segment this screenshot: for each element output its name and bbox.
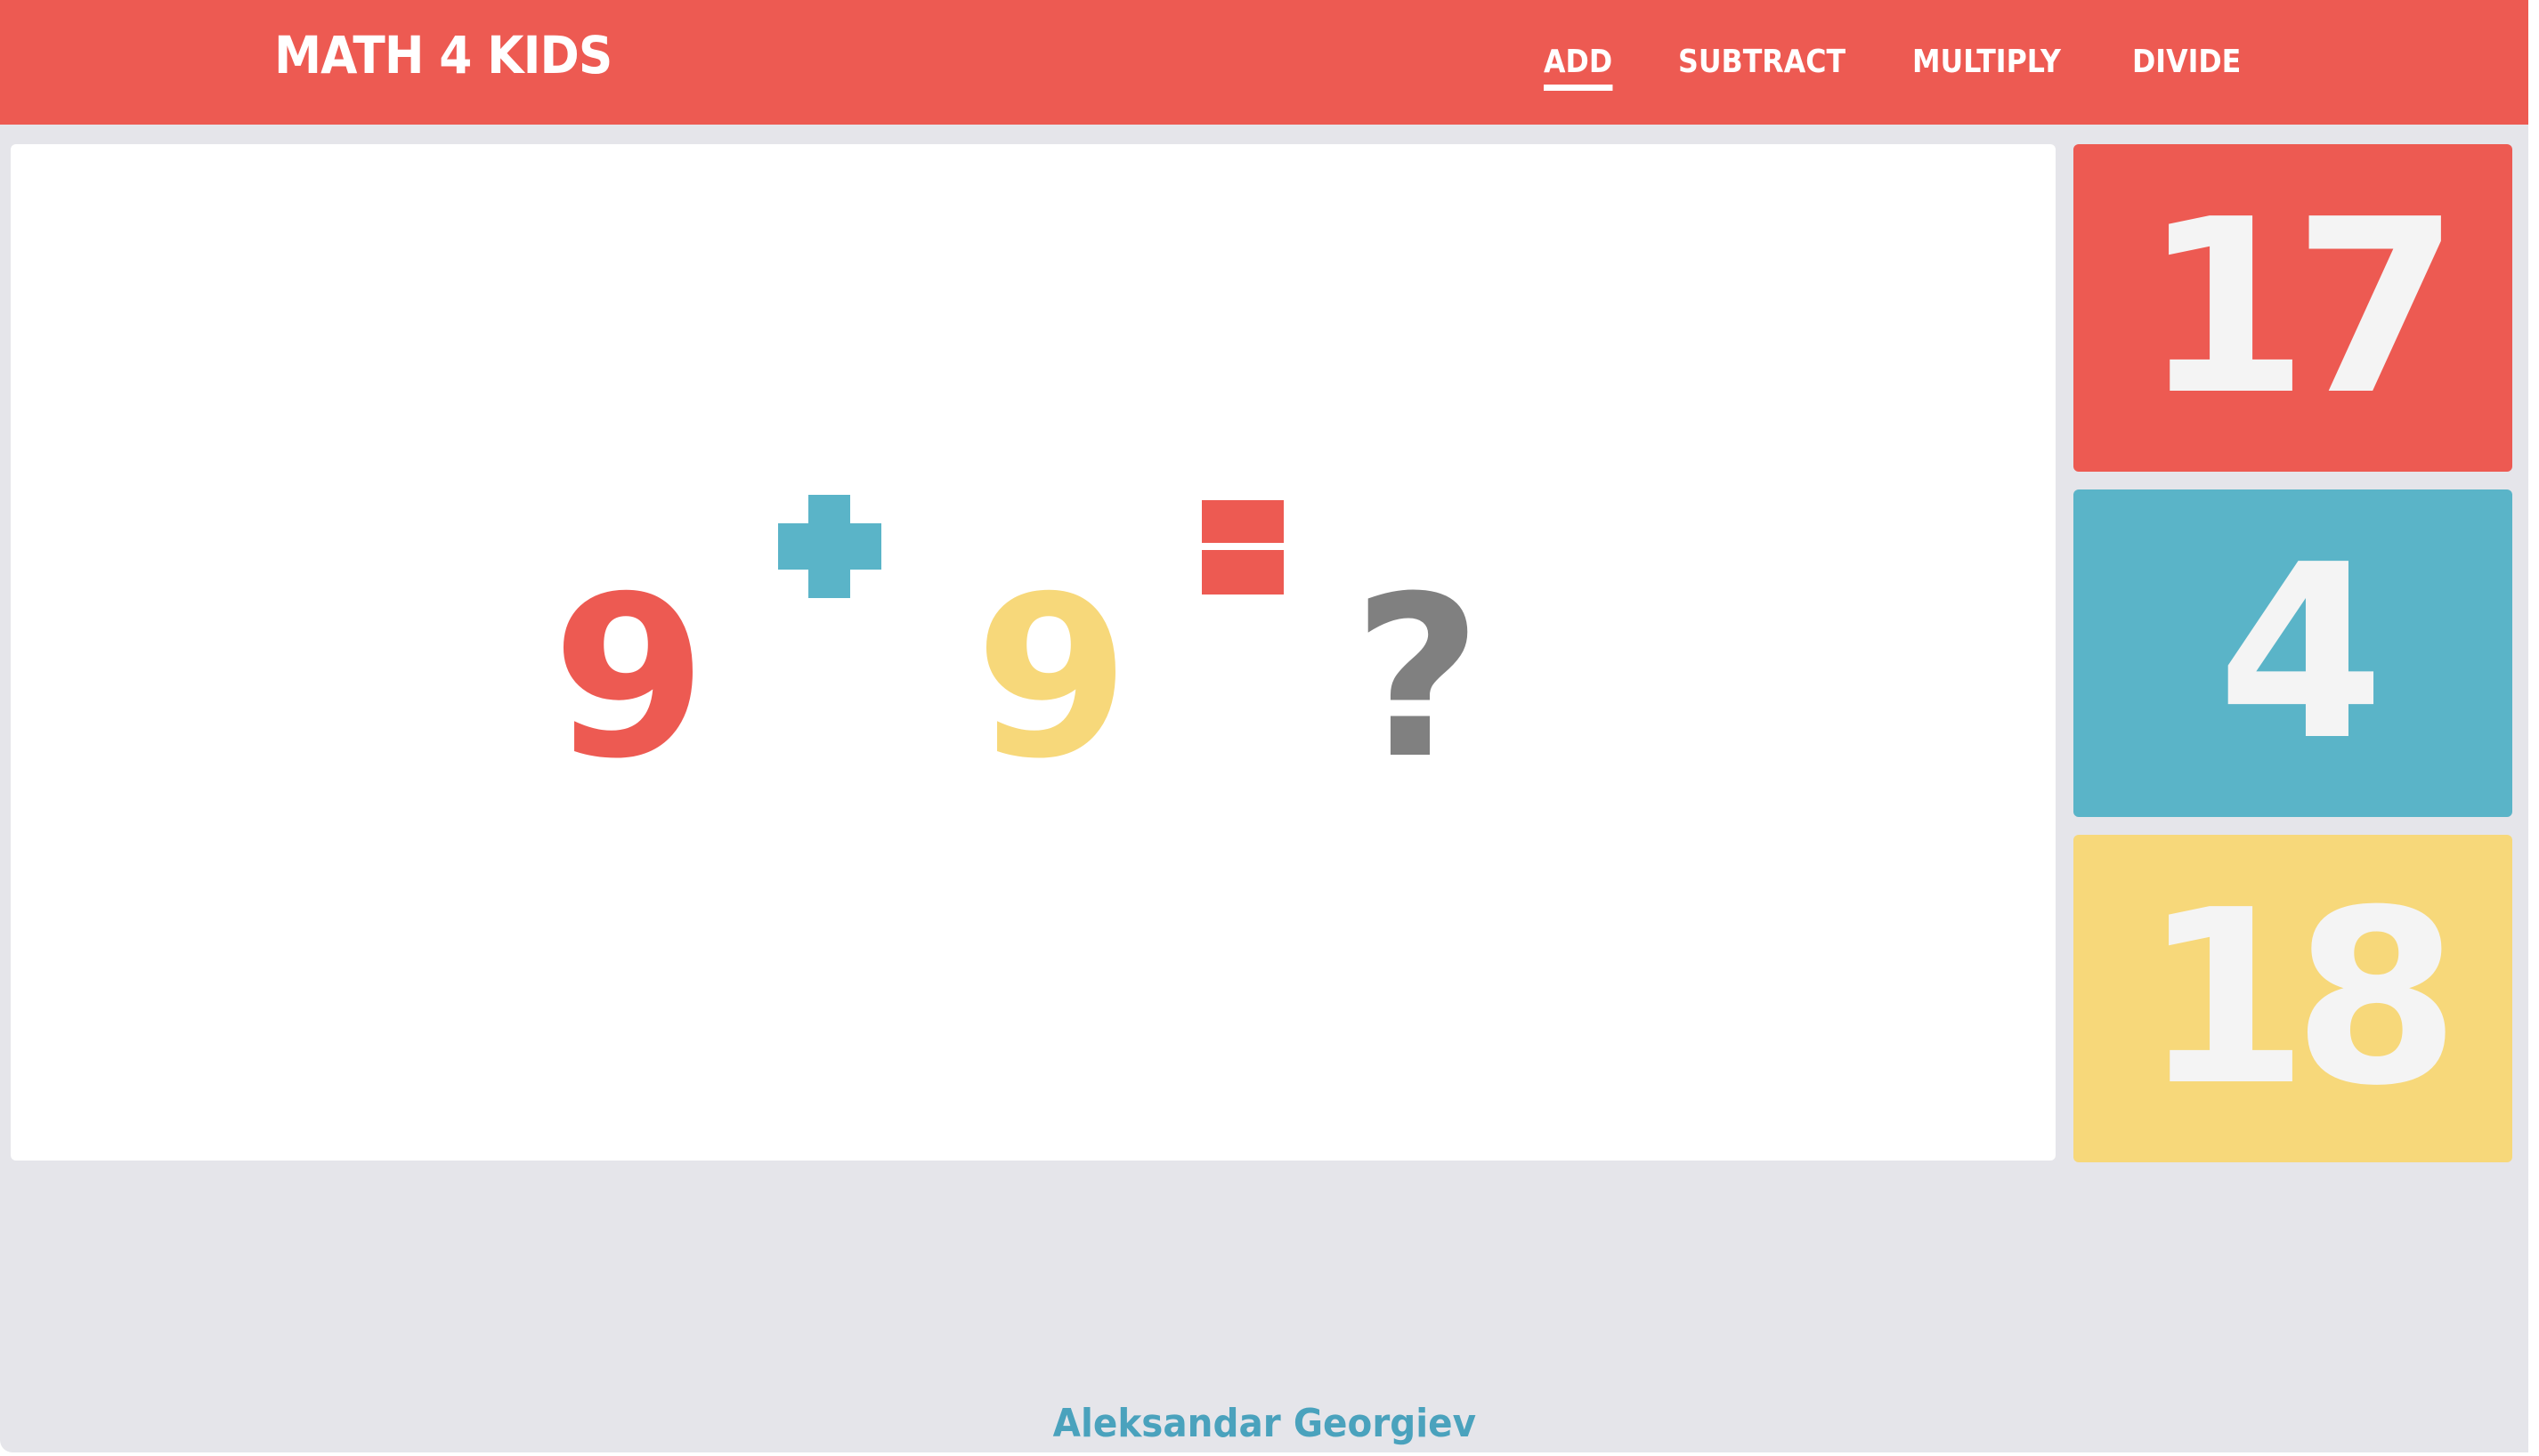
brand-logo[interactable]: Math 4 Kids (274, 20, 612, 91)
author-link[interactable]: Aleksandar Georgiev (0, 1397, 2528, 1451)
unknown-answer: ? (1352, 548, 1482, 807)
answer-option-1[interactable]: 17 (2073, 144, 2512, 472)
left-operand: 9 (552, 548, 707, 807)
nav-subtract[interactable]: Subtract (1678, 36, 1845, 89)
nav-divide[interactable]: Divide (2132, 36, 2241, 89)
nav-add[interactable]: Add (1544, 36, 1612, 91)
plus-icon (778, 495, 881, 598)
nav-multiply[interactable]: Multiply (1912, 36, 2061, 89)
problem-board: 9 9 ? (11, 144, 2056, 1161)
top-navbar: Math 4 Kids Add Subtract Multiply Divide (0, 0, 2528, 125)
equals-icon (1202, 500, 1284, 596)
right-operand: 9 (975, 548, 1130, 807)
author-link-label[interactable]: Aleksandar Georgiev (1052, 1397, 1475, 1451)
app-page: Math 4 Kids Add Subtract Multiply Divide… (0, 0, 2528, 1452)
answer-option-2[interactable]: 4 (2073, 489, 2512, 817)
answer-option-3[interactable]: 18 (2073, 835, 2512, 1162)
